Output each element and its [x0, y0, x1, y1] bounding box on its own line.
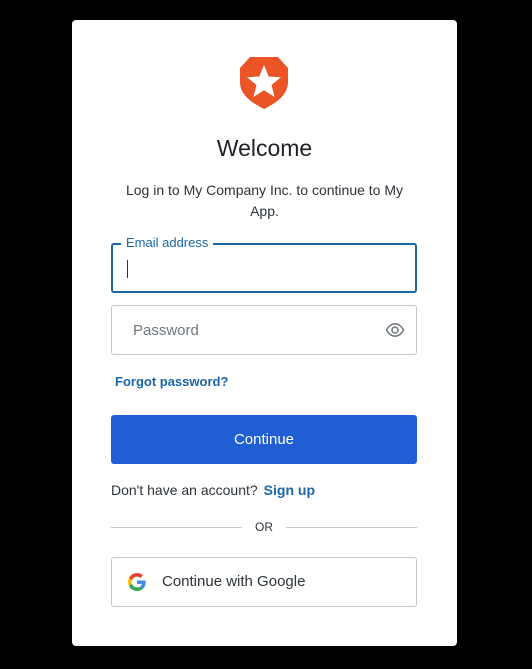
password-placeholder: Password [133, 322, 199, 339]
email-field[interactable]: Email address [111, 235, 417, 293]
login-card: Welcome Log in to My Company Inc. to con… [72, 20, 457, 646]
divider-line-left [111, 527, 242, 528]
google-button-label: Continue with Google [162, 573, 306, 590]
password-field[interactable]: Password [111, 305, 417, 355]
continue-button[interactable]: Continue [111, 415, 417, 464]
page-subtitle: Log in to My Company Inc. to continue to… [125, 182, 404, 219]
divider-line-right [286, 527, 417, 528]
page-title: Welcome [216, 135, 313, 161]
forgot-password-link[interactable]: Forgot password? [115, 374, 228, 390]
divider-or-text: OR [255, 520, 273, 534]
signup-link[interactable]: Sign up [264, 482, 315, 498]
signup-prompt: Don't have an account? [111, 482, 258, 498]
google-g-icon [128, 573, 146, 591]
continue-with-google-button[interactable]: Continue with Google [111, 557, 417, 607]
eye-icon[interactable] [385, 320, 405, 340]
text-cursor [127, 260, 128, 278]
signup-row: Don't have an account? Sign up [111, 482, 315, 499]
auth0-shield-star-icon [240, 57, 288, 109]
email-field-label: Email address [121, 235, 214, 251]
